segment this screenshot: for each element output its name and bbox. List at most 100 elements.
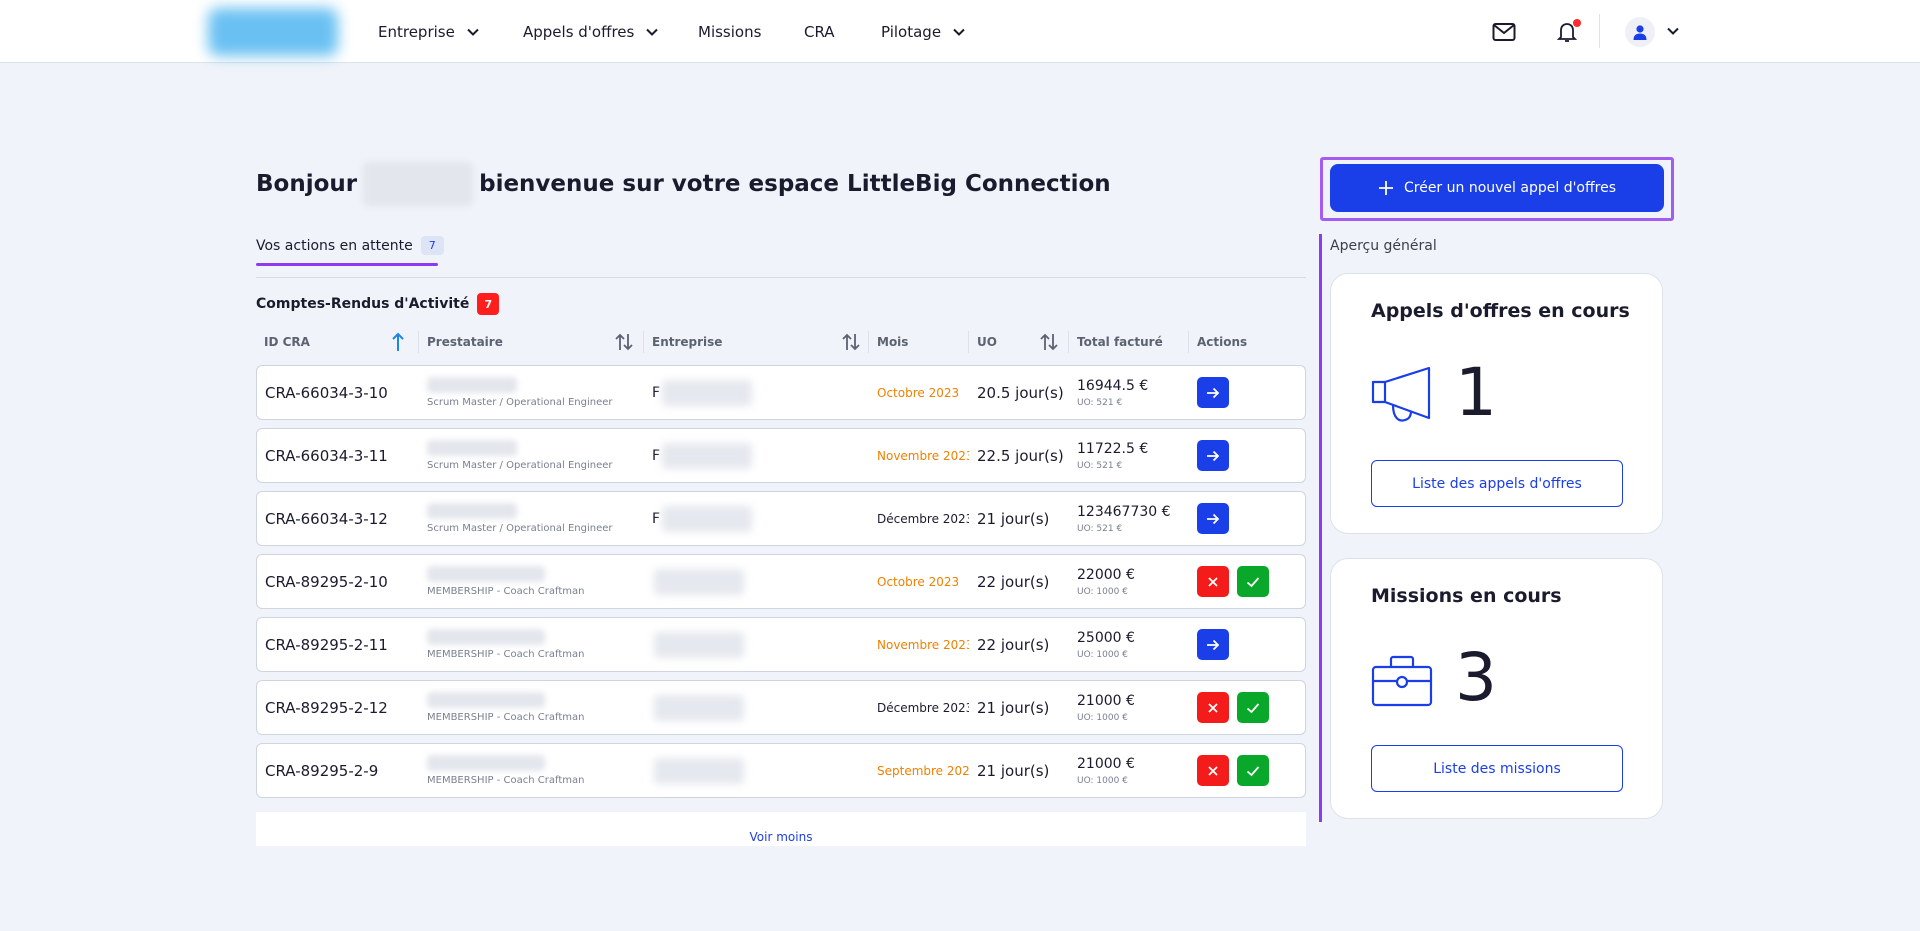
arrow-right-icon (1207, 450, 1220, 461)
prestataire-cell: MEMBERSHIP - Coach Craftman (427, 744, 584, 797)
nav-item-entreprise[interactable]: Entreprise (378, 0, 479, 63)
nav-item-pilotage[interactable]: Pilotage (881, 0, 965, 63)
column-header-uo[interactable]: UO (969, 328, 997, 356)
close-icon (1208, 576, 1218, 587)
mois: Novembre 2023 (877, 637, 969, 652)
company-logo[interactable] (208, 8, 338, 56)
sort-ascending-icon[interactable] (391, 332, 405, 352)
prestataire-cell: MEMBERSHIP - Coach Craftman (427, 618, 584, 671)
column-header-mois[interactable]: Mois (869, 328, 908, 356)
total-facture: 123467730 € (1077, 503, 1171, 520)
approve-cra-button[interactable] (1237, 692, 1269, 723)
actions-cell (1197, 555, 1269, 608)
uo-value: 22 jour(s) (977, 572, 1050, 591)
prestataire-role: Scrum Master / Operational Engineer (427, 397, 613, 408)
liste-appels-offres-button[interactable]: Liste des appels d'offres (1371, 460, 1623, 507)
card-count: 1 (1455, 354, 1497, 431)
uo-value: 21 jour(s) (977, 761, 1050, 780)
table-footer: Voir moins (256, 812, 1306, 846)
nav-item-missions[interactable]: Missions (698, 0, 761, 63)
open-cra-button[interactable] (1197, 629, 1229, 660)
column-header-entreprise[interactable]: Entreprise (644, 328, 722, 356)
column-label: Entreprise (652, 335, 723, 349)
sort-icon[interactable] (614, 332, 634, 352)
section-title: Comptes-Rendus d'Activité 7 (256, 293, 500, 315)
mois: Octobre 2023 (877, 385, 960, 400)
prestataire-cell: Scrum Master / Operational Engineer (427, 366, 612, 419)
prestataire-role: MEMBERSHIP - Coach Craftman (427, 712, 585, 723)
avatar[interactable] (1625, 17, 1655, 47)
nav-item-label: Appels d'offres (523, 22, 635, 41)
reject-cra-button[interactable] (1197, 566, 1229, 597)
reject-cra-button[interactable] (1197, 692, 1229, 723)
sort-icon[interactable] (1039, 332, 1059, 352)
total-facture: 25000 € (1077, 629, 1135, 646)
reject-cra-button[interactable] (1197, 755, 1229, 786)
total-facture-cell: 25000 € UO: 1000 € (1077, 618, 1135, 671)
apercu-title: Aperçu général (1330, 238, 1437, 254)
prestataire-name-blurred (427, 629, 545, 645)
cra-id: CRA-66034-3-10 (265, 383, 388, 402)
card-appels-offres: Appels d'offres en cours 1 Liste des app… (1330, 273, 1663, 534)
mail-icon[interactable] (1490, 18, 1518, 46)
total-facture: 11722.5 € (1077, 440, 1149, 457)
actions-cell (1197, 618, 1229, 671)
chevron-down-icon (953, 28, 965, 36)
prestataire-cell: Scrum Master / Operational Engineer (427, 429, 612, 482)
nav-item-appels-offres[interactable]: Appels d'offres (523, 0, 659, 63)
create-appel-offres-button[interactable]: Créer un nouvel appel d'offres (1330, 164, 1664, 212)
prestataire-role: MEMBERSHIP - Coach Craftman (427, 775, 585, 786)
voir-moins-link[interactable]: Voir moins (750, 830, 813, 844)
entreprise-cell (652, 555, 744, 608)
entreprise-cell (652, 618, 744, 671)
cra-id: CRA-89295-2-9 (265, 761, 379, 780)
button-label: Liste des missions (1433, 760, 1561, 777)
create-button-label: Créer un nouvel appel d'offres (1403, 180, 1616, 196)
chevron-down-icon (467, 28, 479, 36)
column-header-total-facture: Total facturé (1069, 328, 1163, 356)
uo-value: 22.5 jour(s) (977, 446, 1064, 465)
approve-cra-button[interactable] (1237, 755, 1269, 786)
prestataire-name-blurred (427, 377, 517, 393)
mois: Décembre 2023 (877, 700, 969, 715)
user-name-blurred (363, 162, 474, 206)
table-row[interactable]: CRA-66034-3-11 Scrum Master / Operationa… (256, 428, 1306, 483)
table-row[interactable]: CRA-66034-3-12 Scrum Master / Operationa… (256, 491, 1306, 546)
close-icon (1208, 765, 1218, 776)
open-cra-button[interactable] (1197, 503, 1229, 534)
prestataire-role: Scrum Master / Operational Engineer (427, 460, 613, 471)
table-row[interactable]: CRA-66034-3-10 Scrum Master / Operationa… (256, 365, 1306, 420)
entreprise-initial: F (652, 447, 661, 464)
tab-actions-en-attente[interactable]: Vos actions en attente 7 (256, 236, 444, 255)
column-label: Mois (877, 335, 909, 349)
table-row[interactable]: CRA-89295-2-11 MEMBERSHIP - Coach Craftm… (256, 617, 1306, 672)
uo-price: UO: 521 € (1077, 397, 1123, 408)
prestataire-role: Scrum Master / Operational Engineer (427, 523, 613, 534)
entreprise-cell: F (652, 492, 753, 545)
tab-label: Vos actions en attente (256, 237, 413, 254)
column-label: Actions (1197, 335, 1248, 349)
active-tab-indicator (256, 263, 438, 266)
column-header-id-cra[interactable]: ID CRA (256, 328, 310, 356)
uo-price: UO: 1000 € (1077, 649, 1128, 660)
nav-item-cra[interactable]: CRA (804, 0, 835, 63)
table-row[interactable]: CRA-89295-2-10 MEMBERSHIP - Coach Craftm… (256, 554, 1306, 609)
actions-cell (1197, 366, 1229, 419)
actions-cell (1197, 681, 1269, 734)
approve-cra-button[interactable] (1237, 566, 1269, 597)
chevron-down-icon[interactable] (1667, 27, 1679, 35)
table-row[interactable]: CRA-89295-2-12 MEMBERSHIP - Coach Craftm… (256, 680, 1306, 735)
card-missions: Missions en cours 3 Liste des missions (1330, 558, 1663, 819)
open-cra-button[interactable] (1197, 377, 1229, 408)
prestataire-name-blurred (427, 755, 545, 771)
sort-icon[interactable] (841, 332, 861, 352)
column-label: ID CRA (264, 335, 310, 349)
total-facture-cell: 123467730 € UO: 521 € (1077, 492, 1171, 545)
uo-value: 22 jour(s) (977, 635, 1050, 654)
column-label: Total facturé (1077, 335, 1163, 349)
entreprise-cell (652, 681, 744, 734)
column-header-prestataire[interactable]: Prestataire (419, 328, 503, 356)
liste-missions-button[interactable]: Liste des missions (1371, 745, 1623, 792)
table-row[interactable]: CRA-89295-2-9 MEMBERSHIP - Coach Craftma… (256, 743, 1306, 798)
open-cra-button[interactable] (1197, 440, 1229, 471)
